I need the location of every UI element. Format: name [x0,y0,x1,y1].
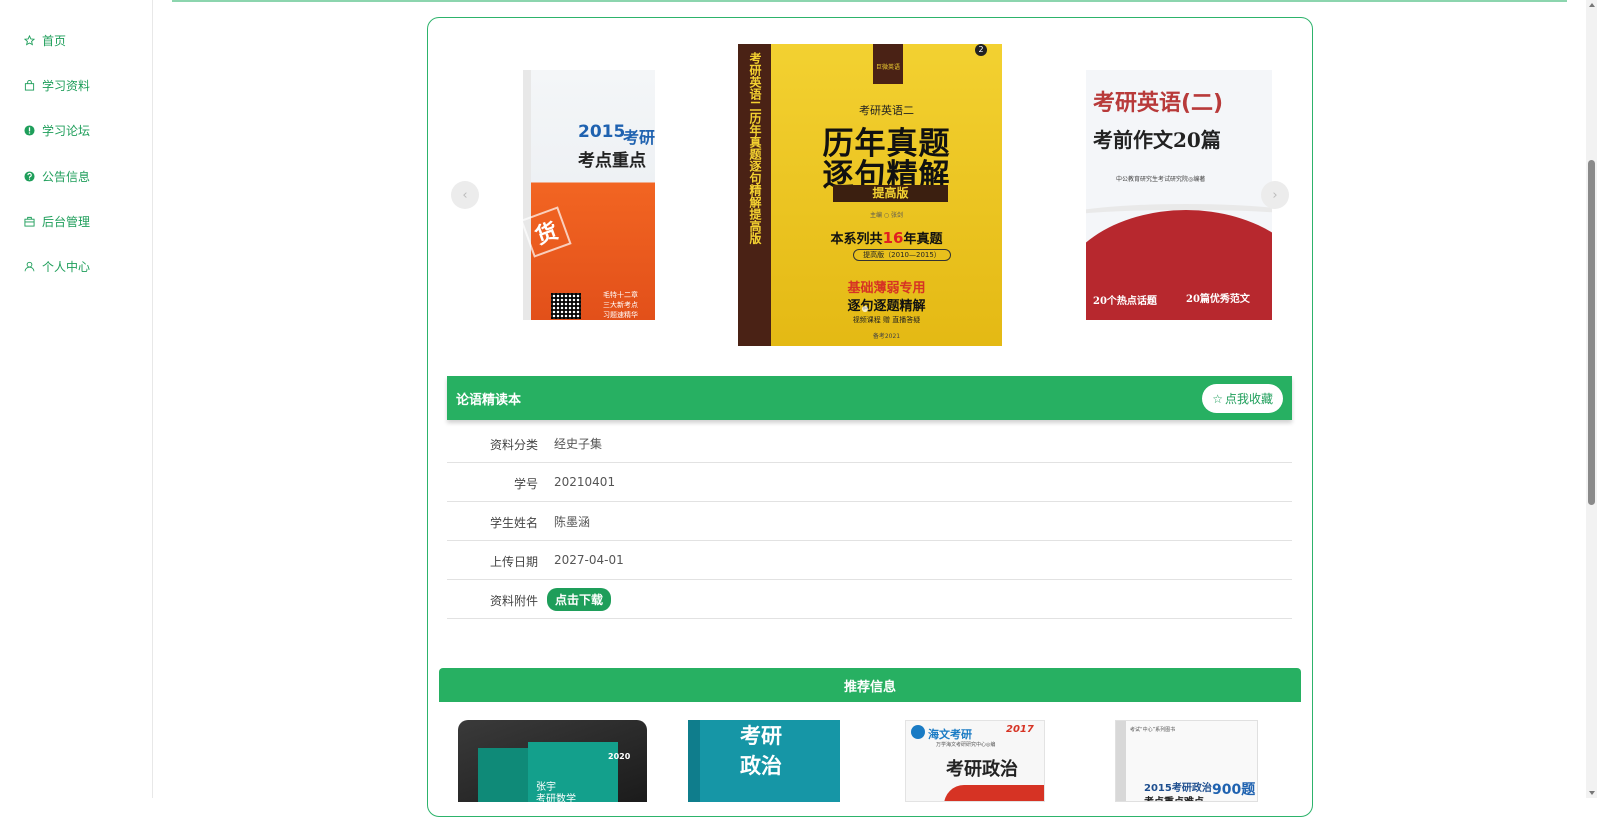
brand-logo: 巨微英语 [873,44,903,84]
book-text: 毛特十二章 [603,291,638,299]
book-text: 考研数学 [536,794,576,802]
book-series: 本系列共16年真题 [830,229,943,247]
recommend-header: 推荐信息 [439,668,1301,702]
book-tag: 逐句逐题精解 [847,299,926,314]
book-year: 2020 [608,752,631,761]
carousel-indicators[interactable] [862,306,868,312]
scroll-up-icon[interactable] [1589,3,1595,7]
download-button[interactable]: 点击下载 [547,587,612,611]
sidebar-item-label: 公告信息 [42,169,91,184]
star-icon [24,34,35,46]
scroll-thumb[interactable] [1588,160,1595,505]
carousel-slide-active[interactable]: 考研英语二历年真题逐句精解提高版 巨微英语 2 考研英语二 历年真题 逐句精解 … [738,44,1002,346]
book-text: 20篇优秀范文 [1186,294,1250,305]
carousel-slide-next[interactable]: 考研英语(二) 考前作文20篇 中公教育研究生考试研究院◎编著 20个热点话题 … [1086,70,1272,320]
carousel-slide-prev[interactable]: 2015 考研 考点重点 货 毛特十二章 三大新考点 习题速精华 [523,70,655,320]
header-divider [172,0,1567,2]
chevron-left-icon: ‹ [462,187,468,203]
field-value: 2027-04-01 [554,553,624,567]
book-text: 习题速精华 [603,311,638,319]
user-icon [24,261,35,272]
field-value: 20210401 [554,475,616,489]
book-text: 20个热点话题 [1093,296,1157,307]
field-label: 资料分类 [489,438,538,452]
sidebar-item-label: 首页 [42,33,67,48]
field-label: 学生姓名 [489,516,538,530]
book-text: 政治 [740,754,782,778]
field-label: 学号 [513,477,538,491]
star-outline-icon: ☆ [1212,391,1223,406]
book-edition: 提高版 [833,185,948,202]
sidebar-item-profile[interactable]: 个人中心 [24,256,90,276]
section-title: 推荐信息 [843,679,896,695]
field-value: 陈墨涵 [554,514,591,529]
field-label: 上传日期 [489,555,538,569]
bag-icon [24,79,35,91]
page-scrollbar[interactable] [1586,0,1597,798]
book-brand: 海文考研 [928,728,972,741]
detail-row-upload-date: 上传日期 2027-04-01 [447,541,1292,580]
sidebar: 首页 学习资料 学习论坛 公告信息 后台管理 个人中心 [0,0,153,798]
sidebar-item-label: 学习资料 [42,78,91,93]
book-title: 2015考研政治 [1144,783,1212,794]
field-label: 资料附件 [489,594,538,608]
carousel-next-button[interactable]: › [1261,181,1289,209]
book-author: 主编 ○ 张剑 [869,212,904,219]
scroll-down-icon[interactable] [1589,791,1595,795]
sidebar-item-label: 学习论坛 [42,123,91,138]
question-circle-icon [24,170,35,182]
book-text: 三大新考点 [603,301,638,309]
field-value: 经史子集 [554,436,603,451]
carousel-dot[interactable] [862,306,868,312]
sidebar-item-admin[interactable]: 后台管理 [24,211,90,231]
recommend-item[interactable]: 考试“中心”系列图书 2015考研政治 考点重点难点 900题 [1115,720,1258,802]
detail-title-bar: 论语精读本 ☆ 点我收藏 [447,376,1292,420]
recommend-item[interactable]: 海文考研 2017 万学海文考研研究中心◎编 考研政治 [905,720,1045,802]
book-year: 备考2021 [872,333,901,340]
book-spine: 考研英语二历年真题逐句精解提高版 [738,44,771,346]
briefcase-icon [24,216,35,227]
book-range: 提高版（2010—2015） [853,249,951,261]
recommend-item[interactable]: 考研 政治 [688,720,840,802]
book-text: 考点重点 [578,151,646,171]
book-subtitle: 考前作文20篇 [1093,128,1221,152]
info-circle-icon [24,124,35,136]
sidebar-item-forum[interactable]: 学习论坛 [24,120,90,140]
book-subtitle: 考研英语二 [859,104,914,117]
carousel-prev-button[interactable]: ‹ [451,181,479,209]
book-text: 考研 [740,724,782,748]
detail-row-student-id: 学号 20210401 [447,463,1292,502]
favorite-button[interactable]: ☆ 点我收藏 [1202,384,1283,413]
book-tag: 基础薄弱专用 [847,281,926,296]
sidebar-item-label: 后台管理 [42,214,91,229]
book-title: 考研政治 [946,759,1018,780]
detail-row-category: 资料分类 经史子集 [447,424,1292,463]
page-title: 论语精读本 [456,392,522,408]
book-publisher: 中公教育研究生考试研究院◎编著 [1116,176,1206,183]
book-tag: 视频课程 赠 直播答疑 [852,316,921,324]
favorite-label: 点我收藏 [1224,392,1273,406]
book-year: 2017 [1006,724,1034,735]
book-title: 考研英语(二) [1093,91,1224,116]
volume-badge: 2 [975,44,987,56]
detail-row-student-name: 学生姓名 陈墨涵 [447,502,1292,541]
detail-row-attachment: 资料附件 点击下载 [447,580,1292,619]
sidebar-item-label: 个人中心 [42,259,91,274]
sidebar-item-home[interactable]: 首页 [24,30,66,50]
book-text: 考试“中心”系列图书 [1130,727,1176,733]
book-year: 2015 [578,122,626,142]
book-text: 万学海文考研研究中心◎编 [936,742,996,748]
brand-logo [911,725,925,739]
recommend-item[interactable]: 2020 张宇 考研数学 [458,720,647,802]
sidebar-item-announcements[interactable]: 公告信息 [24,166,90,186]
book-badge: 900题 [1212,782,1256,798]
sidebar-item-study-materials[interactable]: 学习资料 [24,75,90,95]
qr-code [551,293,581,319]
book-text: 考研 [623,128,655,147]
chevron-right-icon: › [1272,187,1278,203]
